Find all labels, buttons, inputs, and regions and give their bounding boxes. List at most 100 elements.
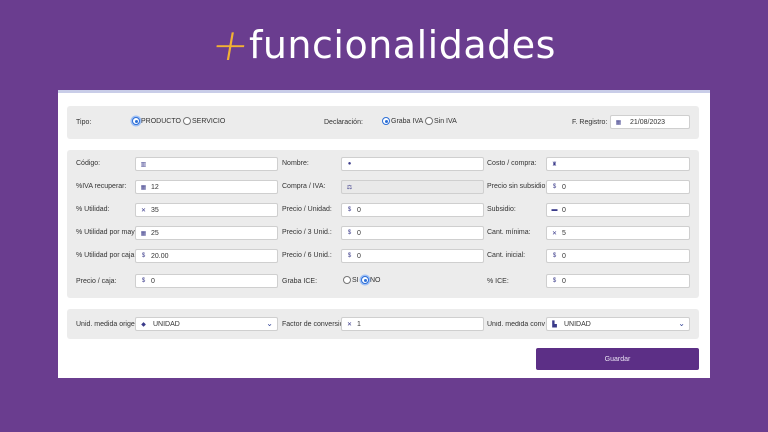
- dollar-icon: $: [141, 278, 146, 284]
- ice-label: % ICE:: [487, 278, 509, 285]
- calculator-icon: ▦: [140, 230, 147, 237]
- precio-caja-value: 0: [151, 277, 155, 285]
- factor-conversion-value: 1: [357, 320, 361, 328]
- utilidad-mayor-value: 25: [151, 229, 159, 237]
- precio-3-input[interactable]: $0: [341, 226, 484, 240]
- subsidio-label: Subsidio:: [487, 206, 516, 213]
- money-bag-icon: ♜: [551, 161, 558, 168]
- radio-graba-iva-label: Graba IVA: [391, 117, 424, 125]
- declaracion-label: Declaración:: [324, 119, 363, 126]
- dollar-icon: $: [347, 253, 352, 259]
- cant-minima-label: Cant. mínima:: [487, 229, 531, 236]
- radio-ice-si[interactable]: SI: [343, 276, 359, 284]
- units-card: Unid. medida origen: ◆ UNIDAD ⌄ Factor de…: [67, 309, 699, 339]
- radio-ice-si-label: SI: [352, 276, 359, 284]
- precio-6-input[interactable]: $0: [341, 249, 484, 263]
- product-form-panel: Tipo: PRODUCTO SERVICIO Declaración: Gra…: [58, 90, 710, 378]
- form-fields-card: Código: ▥ Nombre: ● Costo / compra: ♜ %I…: [67, 150, 699, 298]
- radio-sin-iva-label: Sin IVA: [434, 117, 457, 125]
- cant-minima-input[interactable]: ✕ 5: [546, 226, 690, 240]
- utilidad-caja-label: % Utilidad por caja:: [76, 252, 137, 259]
- precio-caja-input[interactable]: $0: [135, 274, 278, 288]
- precio-sin-subsidio-input[interactable]: $0: [546, 180, 690, 194]
- compra-iva-label: Compra / IVA:: [282, 183, 326, 190]
- utilidad-mayor-input[interactable]: ▦ 25: [135, 226, 278, 240]
- iva-recuperar-input[interactable]: ▦ 12: [135, 180, 278, 194]
- utilidad-caja-input[interactable]: $20.00: [135, 249, 278, 263]
- precio-sin-subsidio-value: 0: [562, 183, 566, 191]
- form-header-card: Tipo: PRODUCTO SERVICIO Declaración: Gra…: [67, 106, 699, 139]
- radio-servicio[interactable]: SERVICIO: [183, 117, 225, 125]
- utilidad-mayor-label: % Utilidad por mayor: [76, 229, 141, 236]
- unid-convert-value: UNIDAD: [564, 320, 591, 328]
- factor-conversion-label: Factor de conversion: [282, 321, 348, 328]
- cant-inicial-input[interactable]: $0: [546, 249, 690, 263]
- multiply-icon: ✕: [346, 321, 353, 328]
- precio-6-value: 0: [357, 252, 361, 260]
- banner-title: funcionalidades: [248, 23, 556, 67]
- radio-ice-si-dot[interactable]: [343, 276, 351, 284]
- registro-date-input[interactable]: ▦ 21/08/2023: [610, 115, 690, 129]
- utilidad-label: % Utilidad:: [76, 206, 110, 213]
- radio-graba-iva-dot[interactable]: [382, 117, 390, 125]
- iva-recuperar-value: 12: [151, 183, 159, 191]
- radio-sin-iva[interactable]: Sin IVA: [425, 117, 457, 125]
- subsidio-value: 0: [562, 206, 566, 214]
- costo-compra-label: Costo / compra:: [487, 160, 537, 167]
- radio-servicio-dot[interactable]: [183, 117, 191, 125]
- iva-recuperar-label: %IVA recuperar:: [76, 183, 127, 190]
- radio-ice-no-dot[interactable]: [361, 276, 369, 284]
- save-button[interactable]: Guardar: [536, 348, 699, 370]
- barcode-icon: ▥: [140, 161, 147, 168]
- tipo-label: Tipo:: [76, 119, 92, 126]
- chevron-down-icon: ⌄: [266, 319, 273, 328]
- radio-ice-no-label: NO: [370, 276, 381, 284]
- dollar-icon: $: [141, 253, 146, 259]
- radio-sin-iva-dot[interactable]: [425, 117, 433, 125]
- calculator-icon: ▦: [140, 184, 147, 191]
- compra-iva-input[interactable]: ⚖: [341, 180, 484, 194]
- nombre-label: Nombre:: [282, 160, 309, 167]
- calendar-icon: ▦: [615, 119, 622, 126]
- unid-origen-label: Unid. medida origen:: [76, 321, 141, 328]
- dollar-icon: $: [552, 278, 557, 284]
- nombre-input[interactable]: ●: [341, 157, 484, 171]
- utilidad-input[interactable]: ✕ 35: [135, 203, 278, 217]
- precio-6-label: Precio / 6 Unid.:: [282, 252, 332, 259]
- radio-graba-iva[interactable]: Graba IVA: [382, 117, 423, 125]
- cant-inicial-value: 0: [562, 252, 566, 260]
- costo-compra-input[interactable]: ♜: [546, 157, 690, 171]
- codigo-label: Código:: [76, 160, 101, 167]
- utilidad-caja-value: 20.00: [151, 252, 169, 260]
- dollar-icon: $: [552, 184, 557, 190]
- precio-3-value: 0: [357, 229, 361, 237]
- multiply-icon: ✕: [551, 230, 558, 237]
- dollar-icon: $: [552, 253, 557, 259]
- unid-origen-value: UNIDAD: [153, 320, 180, 328]
- precio-unidad-value: 0: [357, 206, 361, 214]
- precio-unidad-label: Precio / Unidad:: [282, 206, 332, 213]
- ice-value: 0: [562, 277, 566, 285]
- precio-unidad-input[interactable]: $0: [341, 203, 484, 217]
- codigo-input[interactable]: ▥: [135, 157, 278, 171]
- factor-conversion-input[interactable]: ✕ 1: [341, 317, 484, 331]
- radio-producto[interactable]: PRODUCTO: [132, 117, 181, 125]
- cant-inicial-label: Cant. inicial:: [487, 252, 526, 259]
- radio-servicio-label: SERVICIO: [192, 117, 226, 125]
- dollar-icon: $: [347, 230, 352, 236]
- unid-origen-select[interactable]: ◆ UNIDAD ⌄: [135, 317, 278, 331]
- cant-minima-value: 5: [562, 229, 566, 237]
- subsidio-input[interactable]: ▬ 0: [546, 203, 690, 217]
- radio-producto-dot[interactable]: [132, 117, 140, 125]
- registro-date-value: 21/08/2023: [630, 118, 666, 126]
- unid-convert-select[interactable]: ▙ UNIDAD ⌄: [546, 317, 690, 331]
- multiply-icon: ✕: [140, 207, 147, 214]
- ice-input[interactable]: $0: [546, 274, 690, 288]
- chart-icon: ▙: [552, 321, 557, 328]
- precio-3-label: Precio / 3 Unid.:: [282, 229, 332, 236]
- precio-caja-label: Precio / caja:: [76, 278, 117, 285]
- radio-ice-no[interactable]: NO: [361, 276, 381, 284]
- graba-ice-label: Graba ICE:: [282, 278, 318, 285]
- registro-label: F. Registro:: [572, 119, 608, 126]
- utilidad-value: 35: [151, 206, 159, 214]
